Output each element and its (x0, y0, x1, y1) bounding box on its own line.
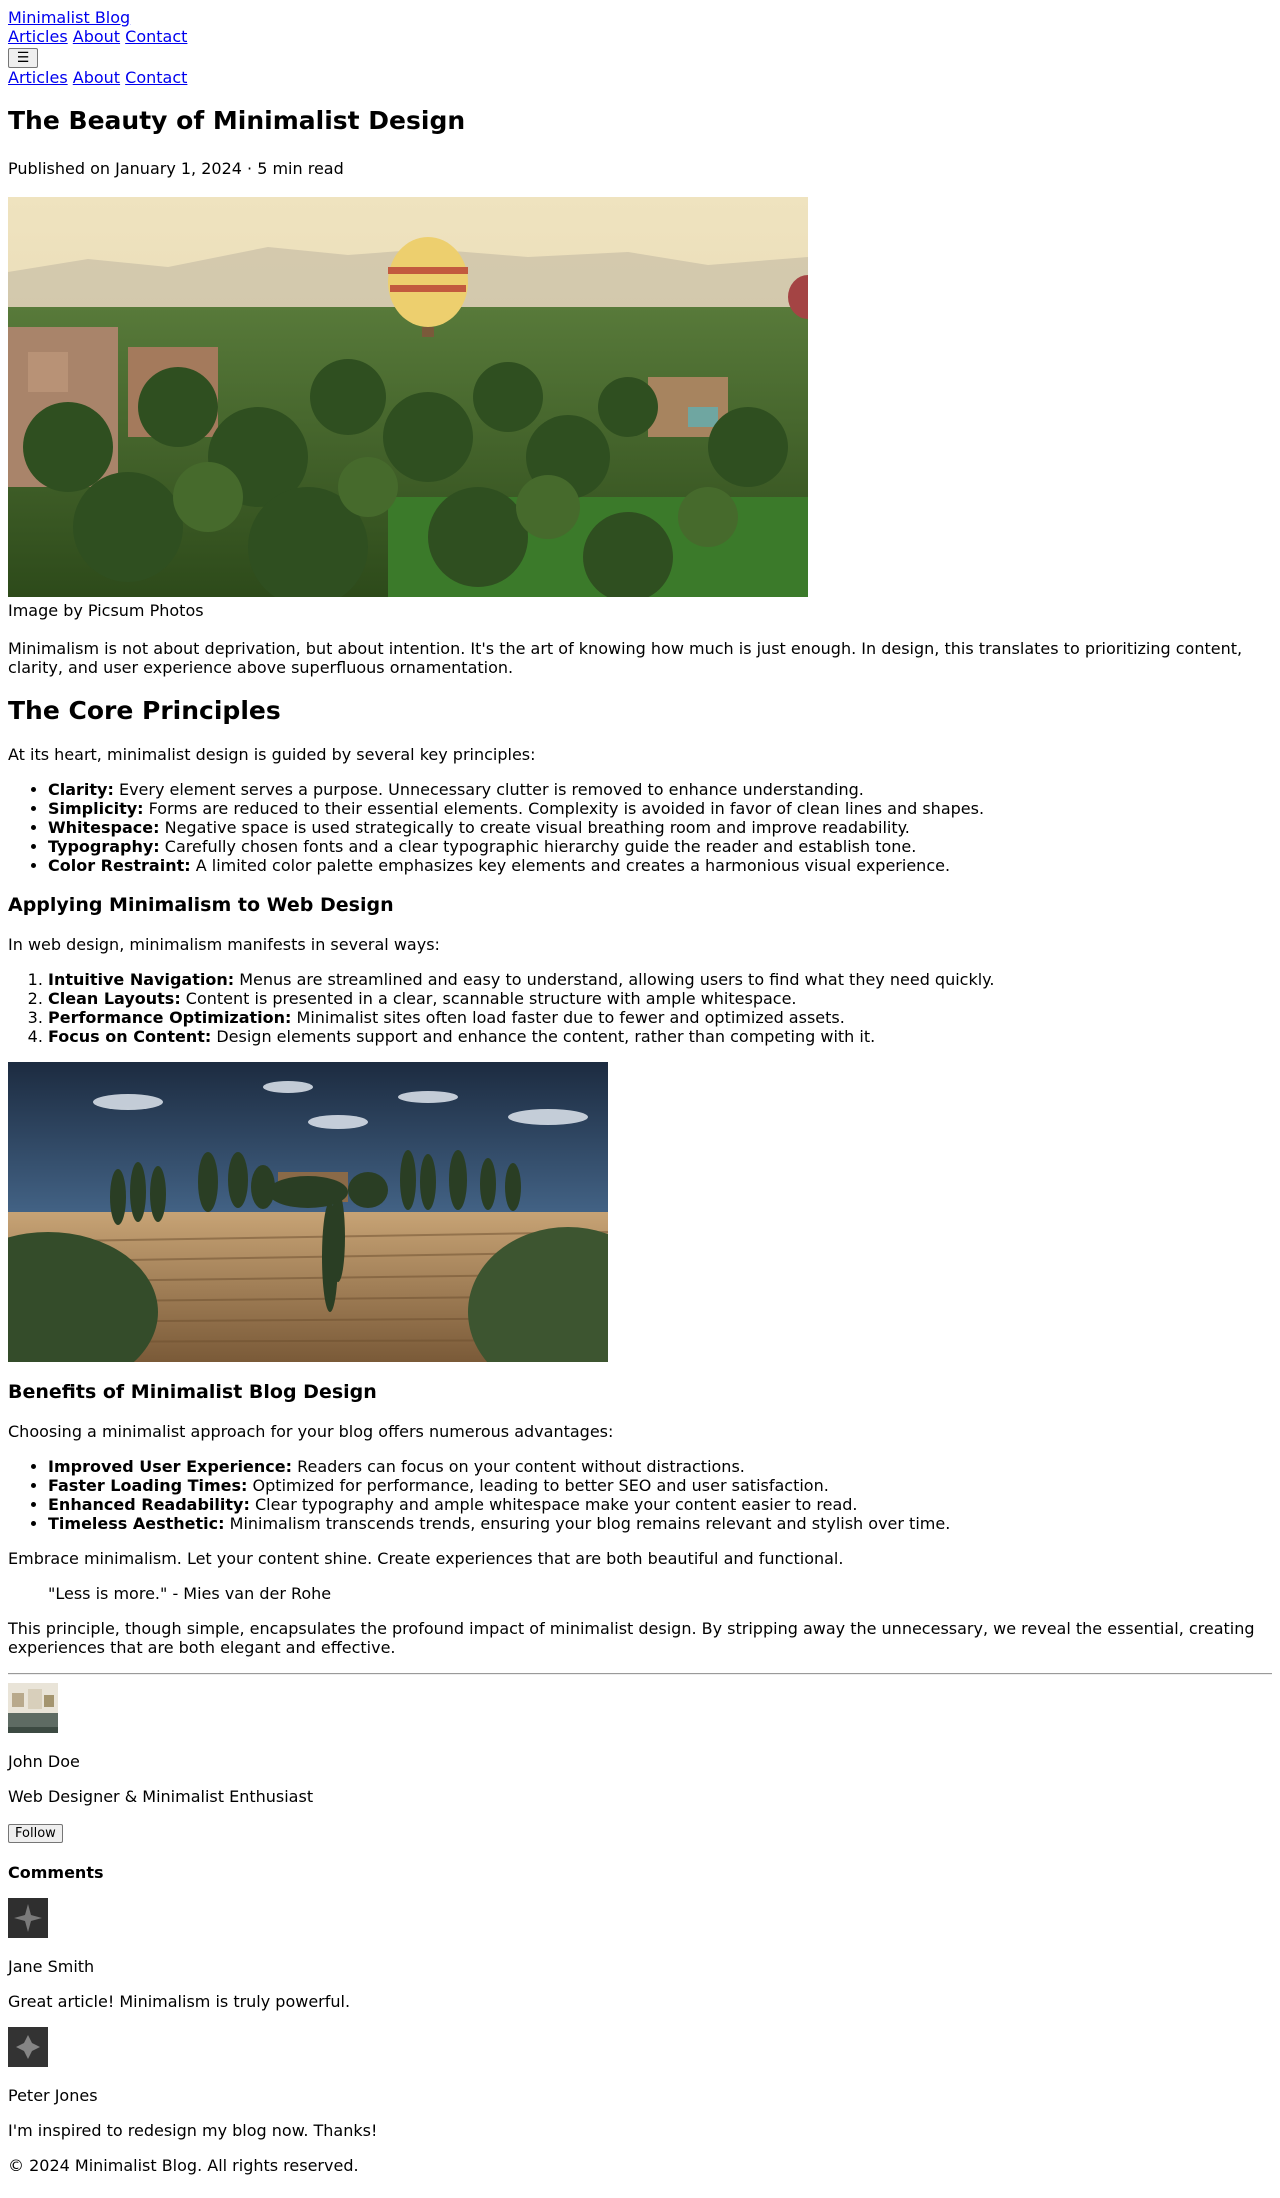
list-item: Clarity: Every element serves a purpose.… (48, 780, 1272, 799)
comments-section: Comments Jane Smith Great article! Minim… (8, 1863, 1272, 2140)
mobile-nav-contact-link[interactable]: Contact (125, 68, 187, 87)
web-list: Intuitive Navigation: Menus are streamli… (8, 970, 1272, 1046)
list-item-term: Performance Optimization: (48, 1008, 292, 1027)
closing-text: This principle, though simple, encapsula… (8, 1619, 1255, 1657)
benefits-heading: Benefits of Minimalist Blog Design (8, 1381, 377, 1403)
commenter-avatar (8, 2027, 48, 2067)
comment-author: Peter Jones (8, 2086, 98, 2105)
hero-image (8, 197, 808, 597)
list-item-text: Design elements support and enhance the … (211, 1027, 876, 1046)
list-item-text: Optimized for performance, leading to be… (247, 1476, 829, 1495)
mobile-nav-about-link[interactable]: About (73, 68, 120, 87)
list-item-term: Focus on Content: (48, 1027, 212, 1046)
list-item: Color Restraint: A limited color palette… (48, 856, 1272, 875)
author-bio: Web Designer & Minimalist Enthusiast (8, 1787, 314, 1806)
list-item-term: Intuitive Navigation: (48, 970, 235, 989)
author-avatar (8, 1683, 58, 1733)
mobile-nav-articles-link[interactable]: Articles (8, 68, 68, 87)
list-item: Timeless Aesthetic: Minimalism transcend… (48, 1514, 1272, 1533)
list-item-term: Color Restraint: (48, 856, 191, 875)
web-intro: In web design, minimalism manifests in s… (8, 935, 440, 954)
article-meta: Published on January 1, 2024 · 5 min rea… (8, 159, 344, 178)
landscape-image (8, 1062, 608, 1362)
list-item: Faster Loading Times: Optimized for perf… (48, 1476, 1272, 1495)
commenter-avatar (8, 1898, 48, 1938)
mobile-nav: Articles About Contact (8, 68, 1272, 87)
principles-heading: The Core Principles (8, 696, 281, 725)
list-item-text: Carefully chosen fonts and a clear typog… (159, 837, 917, 856)
hamburger-icon: ☰ (16, 50, 30, 66)
follow-button[interactable]: Follow (8, 1824, 63, 1843)
hero-caption: Image by Picsum Photos (8, 601, 204, 620)
list-item-text: Readers can focus on your content withou… (292, 1457, 745, 1476)
list-item-text: Clear typography and ample whitespace ma… (249, 1495, 858, 1514)
second-figure (8, 1062, 1272, 1362)
list-item-term: Timeless Aesthetic: (48, 1514, 225, 1533)
nav-articles-link[interactable]: Articles (8, 27, 68, 46)
list-item-term: Simplicity: (48, 799, 144, 818)
comment-text: Great article! Minimalism is truly power… (8, 1992, 351, 2011)
comment: Jane Smith Great article! Minimalism is … (8, 1898, 1272, 2011)
principles-list: Clarity: Every element serves a purpose.… (8, 780, 1272, 875)
list-item-term: Clean Layouts: (48, 989, 181, 1008)
web-heading: Applying Minimalism to Web Design (8, 894, 394, 916)
article: The Beauty of Minimalist Design Publishe… (8, 106, 1272, 1657)
author-section: John Doe Web Designer & Minimalist Enthu… (8, 1683, 1272, 1843)
list-item: Intuitive Navigation: Menus are streamli… (48, 970, 1272, 989)
list-item-text: Minimalism transcends trends, ensuring y… (224, 1514, 951, 1533)
section-divider (8, 1673, 1272, 1675)
main-nav: Articles About Contact (8, 27, 1272, 46)
principles-intro: At its heart, minimalist design is guide… (8, 745, 536, 764)
site-header: Minimalist Blog Articles About Contact ☰… (8, 8, 1272, 87)
list-item: Focus on Content: Design elements suppor… (48, 1027, 1272, 1046)
list-item-term: Faster Loading Times: (48, 1476, 248, 1495)
site-logo-link[interactable]: Minimalist Blog (8, 8, 130, 27)
list-item-term: Typography: (48, 837, 160, 856)
list-item-text: Negative space is used strategically to … (159, 818, 910, 837)
nav-about-link[interactable]: About (73, 27, 120, 46)
list-item: Simplicity: Forms are reduced to their e… (48, 799, 1272, 818)
comment: Peter Jones I'm inspired to redesign my … (8, 2027, 1272, 2140)
comments-heading: Comments (8, 1863, 104, 1882)
list-item-text: Content is presented in a clear, scannab… (180, 989, 797, 1008)
list-item-term: Enhanced Readability: (48, 1495, 250, 1514)
list-item: Performance Optimization: Minimalist sit… (48, 1008, 1272, 1027)
list-item-text: A limited color palette emphasizes key e… (190, 856, 951, 875)
list-item: Whitespace: Negative space is used strat… (48, 818, 1272, 837)
author-name: John Doe (8, 1752, 80, 1771)
copyright-text: © 2024 Minimalist Blog. All rights reser… (8, 2156, 359, 2175)
embrace-text: Embrace minimalism. Let your content shi… (8, 1549, 844, 1568)
article-title: The Beauty of Minimalist Design (8, 106, 466, 135)
benefits-intro: Choosing a minimalist approach for your … (8, 1422, 614, 1441)
list-item: Improved User Experience: Readers can fo… (48, 1457, 1272, 1476)
list-item-term: Improved User Experience: (48, 1457, 292, 1476)
list-item: Typography: Carefully chosen fonts and a… (48, 837, 1272, 856)
article-intro: Minimalism is not about deprivation, but… (8, 639, 1243, 677)
list-item-text: Forms are reduced to their essential ele… (143, 799, 985, 818)
list-item-term: Clarity: (48, 780, 114, 799)
nav-contact-link[interactable]: Contact (125, 27, 187, 46)
list-item-text: Every element serves a purpose. Unnecess… (113, 780, 864, 799)
comment-author: Jane Smith (8, 1957, 95, 1976)
list-item: Clean Layouts: Content is presented in a… (48, 989, 1272, 1008)
comment-text: I'm inspired to redesign my blog now. Th… (8, 2121, 378, 2140)
list-item-text: Minimalist sites often load faster due t… (291, 1008, 845, 1027)
hamburger-menu-button[interactable]: ☰ (8, 48, 38, 68)
list-item: Enhanced Readability: Clear typography a… (48, 1495, 1272, 1514)
list-item-term: Whitespace: (48, 818, 160, 837)
list-item-text: Menus are streamlined and easy to unders… (234, 970, 995, 989)
site-footer: © 2024 Minimalist Blog. All rights reser… (8, 2156, 1272, 2175)
quote: "Less is more." - Mies van der Rohe (48, 1584, 332, 1603)
benefits-list: Improved User Experience: Readers can fo… (8, 1457, 1272, 1533)
hero-figure: Image by Picsum Photos (8, 197, 1272, 620)
